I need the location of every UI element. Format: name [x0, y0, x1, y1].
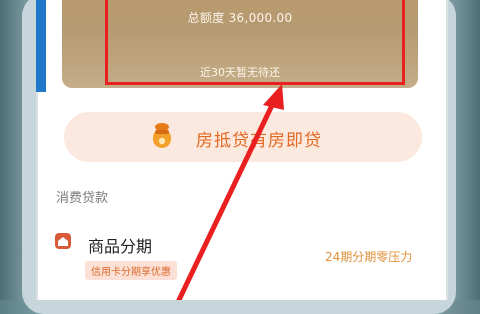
money-bag-icon — [146, 120, 178, 152]
product-note: 24期分期零压力 — [325, 250, 413, 264]
section-title: 消费贷款 — [56, 191, 109, 206]
promo-label: 房抵贷有房即贷 — [196, 131, 322, 151]
background-right — [452, 0, 480, 300]
left-accent-tab — [36, 0, 46, 92]
product-name: 商品分期 — [88, 237, 153, 256]
red-highlight-box — [105, 0, 405, 85]
home-icon — [55, 233, 71, 249]
product-tag: 信用卡分期享优惠 — [85, 261, 177, 280]
